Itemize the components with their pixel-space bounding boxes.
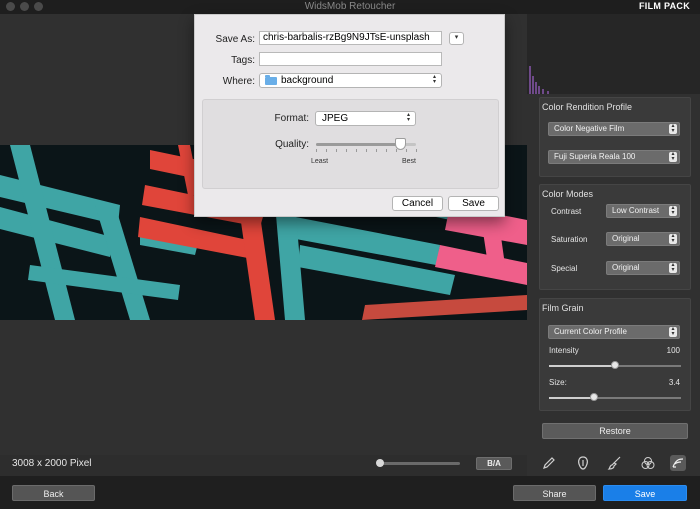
quality-tick [346,149,347,152]
quality-label: Quality: [275,139,309,150]
before-after-button[interactable]: B/A [476,457,512,470]
folder-icon [265,75,277,85]
intensity-value: 100 [666,346,680,355]
save-as-label: Save As: [215,34,255,45]
chevron-updown-icon: ▴ ▾ [432,74,436,85]
special-dropdown[interactable]: Original ▴ ▾ [606,261,680,275]
saturation-value: Original [612,234,640,243]
quality-min-label: Least [311,158,329,165]
film-grain-title: Film Grain [542,303,584,313]
chevron-updown-icon: ▴ ▾ [669,123,677,134]
zoom-slider[interactable] [380,462,460,465]
quality-tick [416,149,417,152]
film-icon[interactable] [670,455,686,471]
image-dimensions: 3008 x 2000 Pixel [12,458,92,469]
quality-tick [316,149,317,152]
where-value: background [281,75,334,86]
quality-tick [366,149,367,152]
app-window: WidsMob Retoucher FILM PACK 3008 x 2000 … [0,0,700,509]
intensity-slider-knob[interactable] [611,361,619,369]
expand-dialog-button[interactable]: ▾ [449,32,464,45]
title-bar: WidsMob Retoucher FILM PACK [0,0,700,14]
format-popup[interactable]: JPEG ▴ ▾ [315,111,416,126]
quality-tick [396,149,397,152]
quality-tick [326,149,327,152]
chevron-updown-icon: ▴ ▾ [669,262,677,273]
grain-profile-dropdown[interactable]: Current Color Profile ▴ ▾ [548,325,680,339]
dialog-save-button[interactable]: Save [448,196,499,211]
special-label: Special [551,264,578,273]
quality-tick [386,149,387,152]
quality-slider-fill [316,143,401,146]
chevron-updown-icon: ▴ ▾ [669,205,677,216]
brush-icon[interactable] [607,455,623,471]
filename-input[interactable]: chris-barbalis-rzBg9N9JTsE-unsplash [259,31,442,45]
chevron-down-icon: ▾ [454,34,459,41]
quality-tick [336,149,337,152]
color-rendition-title: Color Rendition Profile [542,102,633,112]
color-profile-value: Color Negative Film [554,124,625,133]
size-label: Size: [549,378,567,387]
intensity-slider-fill [549,365,615,367]
color-profile-dropdown[interactable]: Color Negative Film ▴ ▾ [548,122,680,136]
back-button[interactable]: Back [12,485,95,501]
saturation-label: Saturation [551,235,588,244]
quality-tick [376,149,377,152]
tags-input[interactable] [259,52,442,66]
saturation-dropdown[interactable]: Original ▴ ▾ [606,232,680,246]
restore-button[interactable]: Restore [542,423,688,439]
cancel-button[interactable]: Cancel [392,196,443,211]
retouch-icon[interactable] [575,455,591,471]
save-button[interactable]: Save [603,485,687,501]
mode-title: FILM PACK [638,1,690,11]
color-modes-title: Color Modes [542,189,594,199]
quality-tick [356,149,357,152]
film-type-value: Fuji Superia Reala 100 [554,152,636,161]
where-label: Where: [222,76,255,87]
contrast-dropdown[interactable]: Low Contrast ▴ ▾ [606,204,680,218]
histogram [527,14,700,94]
quality-max-label: Best [402,158,417,165]
window-title: WidsMob Retoucher [304,1,396,12]
grain-profile-value: Current Color Profile [554,327,627,336]
format-value: JPEG [322,113,349,124]
chevron-updown-icon: ▴ ▾ [406,112,410,123]
format-label: Format: [274,113,309,124]
chevron-updown-icon: ▴ ▾ [669,151,677,162]
tags-label: Tags: [231,55,255,66]
chevron-updown-icon: ▴ ▾ [669,326,677,337]
chevron-updown-icon: ▴ ▾ [669,233,677,244]
zoom-slider-knob[interactable] [376,459,384,467]
pencil-icon[interactable] [541,455,557,471]
contrast-label: Contrast [551,207,582,216]
color-circles-icon[interactable] [640,455,656,471]
film-type-dropdown[interactable]: Fuji Superia Reala 100 ▴ ▾ [548,150,680,164]
special-value: Original [612,263,640,272]
share-button[interactable]: Share [513,485,596,501]
save-dialog: Save As: chris-barbalis-rzBg9N9JTsE-unsp… [194,14,505,217]
contrast-value: Low Contrast [612,206,660,215]
where-popup[interactable]: background ▴ ▾ [259,73,442,88]
size-slider-fill [549,397,594,399]
size-slider-knob[interactable] [590,393,598,401]
quality-tick [406,149,407,152]
intensity-label: Intensity [549,346,579,355]
size-value: 3.4 [668,378,680,387]
